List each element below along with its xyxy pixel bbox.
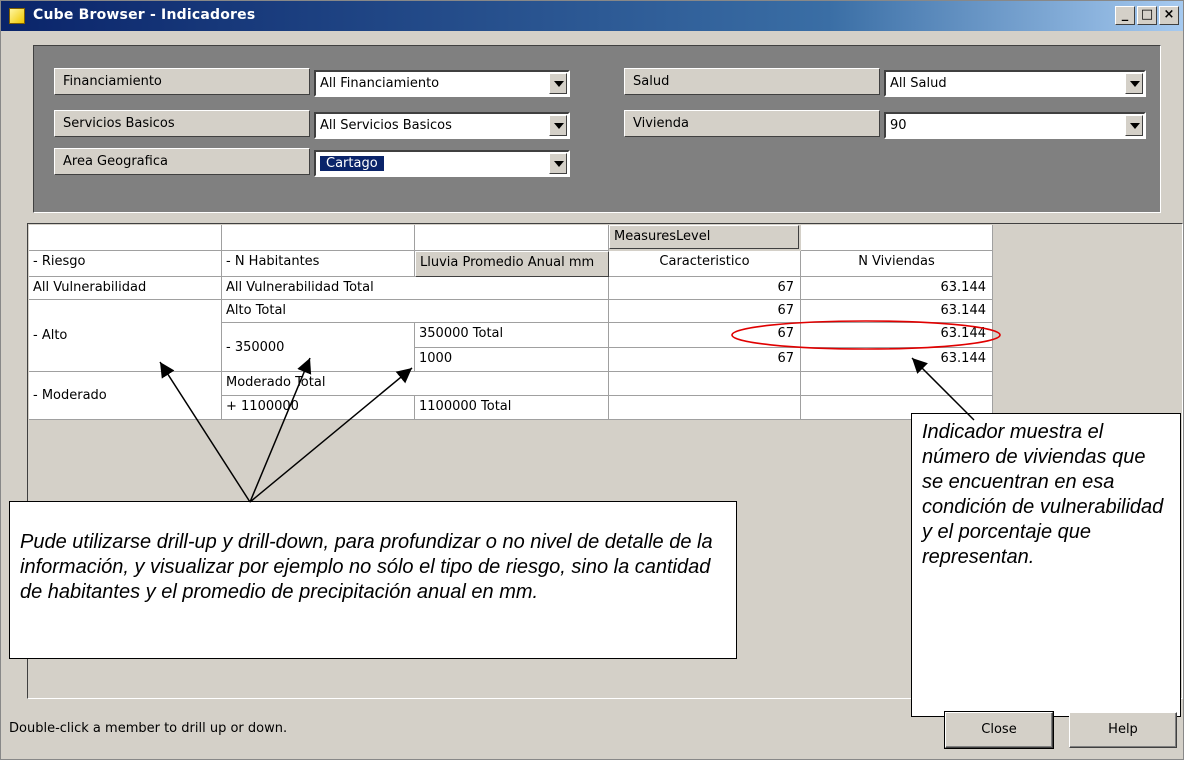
area-geografica-value: Cartago: [319, 155, 385, 172]
row-member-350000[interactable]: - 350000: [222, 323, 415, 372]
caracteristico-value: [609, 372, 801, 396]
row-member-all-vulnerabilidad-total[interactable]: All Vulnerabilidad Total: [222, 277, 609, 300]
grid-corner-cell: [29, 225, 222, 251]
cube-browser-window: Cube Browser - Indicadores _ □ × Financi…: [0, 0, 1184, 760]
financiamiento-value: All Financiamiento: [320, 76, 440, 91]
window-title: Cube Browser - Indicadores: [33, 7, 256, 23]
filter-label-vivienda: Vivienda: [624, 110, 880, 137]
vivienda-dropdown[interactable]: 90: [884, 112, 1146, 139]
riesgo-dimension-header[interactable]: - Riesgo: [29, 251, 222, 277]
row-member-alto[interactable]: - Alto: [29, 300, 222, 372]
viviendas-value: [801, 372, 993, 396]
row-member-alto-total[interactable]: Alto Total: [222, 300, 609, 323]
vivienda-value: 90: [890, 118, 907, 133]
close-window-button[interactable]: ×: [1159, 6, 1179, 25]
servicios-basicos-dropdown[interactable]: All Servicios Basicos: [314, 112, 570, 139]
salud-value: All Salud: [890, 76, 947, 91]
grid-corner-cell: [801, 225, 993, 251]
status-hint: Double-click a member to drill up or dow…: [9, 721, 288, 736]
viviendas-value: 63.144: [801, 323, 993, 348]
measures-level-header[interactable]: MeasuresLevel: [609, 225, 799, 249]
grid-corner-cell: [222, 225, 415, 251]
filter-label-servicios-basicos: Servicios Basicos: [54, 110, 310, 137]
viviendas-value: 63.144: [801, 348, 993, 372]
salud-dropdown[interactable]: All Salud: [884, 70, 1146, 97]
row-member-1000[interactable]: 1000: [415, 348, 609, 372]
cube-app-icon: [9, 8, 25, 24]
caracteristico-value: 67: [609, 348, 801, 372]
maximize-button[interactable]: □: [1137, 6, 1157, 25]
chevron-down-icon[interactable]: [549, 153, 567, 174]
caracteristico-value: 67: [609, 300, 801, 323]
area-geografica-dropdown[interactable]: Cartago: [314, 150, 570, 177]
grid-corner-cell: [415, 225, 609, 251]
chevron-down-icon[interactable]: [549, 73, 567, 94]
help-button[interactable]: Help: [1069, 712, 1177, 748]
viviendas-annotation-callout: Indicador muestra el número de viviendas…: [911, 413, 1181, 717]
caracteristico-value: 67: [609, 277, 801, 300]
title-bar[interactable]: Cube Browser - Indicadores _ □ ×: [1, 1, 1183, 31]
drill-annotation-callout: Pude utilizarse drill-up y drill-down, p…: [9, 501, 737, 659]
financiamiento-dropdown[interactable]: All Financiamiento: [314, 70, 570, 97]
chevron-down-icon[interactable]: [1125, 73, 1143, 94]
close-button[interactable]: Close: [944, 711, 1054, 749]
caracteristico-value: [609, 396, 801, 420]
row-member-moderado[interactable]: - Moderado: [29, 372, 222, 420]
caracteristico-value: 67: [609, 323, 801, 348]
viviendas-measure-header[interactable]: N Viviendas: [801, 251, 993, 277]
minimize-button[interactable]: _: [1115, 6, 1135, 25]
habitantes-dimension-header[interactable]: - N Habitantes: [222, 251, 415, 277]
servicios-basicos-value: All Servicios Basicos: [320, 118, 452, 133]
filter-label-salud: Salud: [624, 68, 880, 95]
viviendas-value: 63.144: [801, 300, 993, 323]
lluvia-dimension-header[interactable]: Lluvia Promedio Anual mm: [415, 251, 609, 277]
filter-panel: Financiamiento All Financiamiento Servic…: [33, 45, 1161, 213]
chevron-down-icon[interactable]: [549, 115, 567, 136]
viviendas-value: 63.144: [801, 277, 993, 300]
caracteristico-measure-header[interactable]: Caracteristico: [609, 251, 801, 277]
filter-label-area-geografica: Area Geografica: [54, 148, 310, 175]
row-member-1100000-total[interactable]: 1100000 Total: [415, 396, 609, 420]
filter-label-financiamiento: Financiamiento: [54, 68, 310, 95]
row-member-350000-total[interactable]: 350000 Total: [415, 323, 609, 348]
row-member-all-vulnerabilidad[interactable]: All Vulnerabilidad: [29, 277, 222, 300]
chevron-down-icon[interactable]: [1125, 115, 1143, 136]
row-member-1100000[interactable]: + 1100000: [222, 396, 415, 420]
row-member-moderado-total[interactable]: Moderado Total: [222, 372, 609, 396]
